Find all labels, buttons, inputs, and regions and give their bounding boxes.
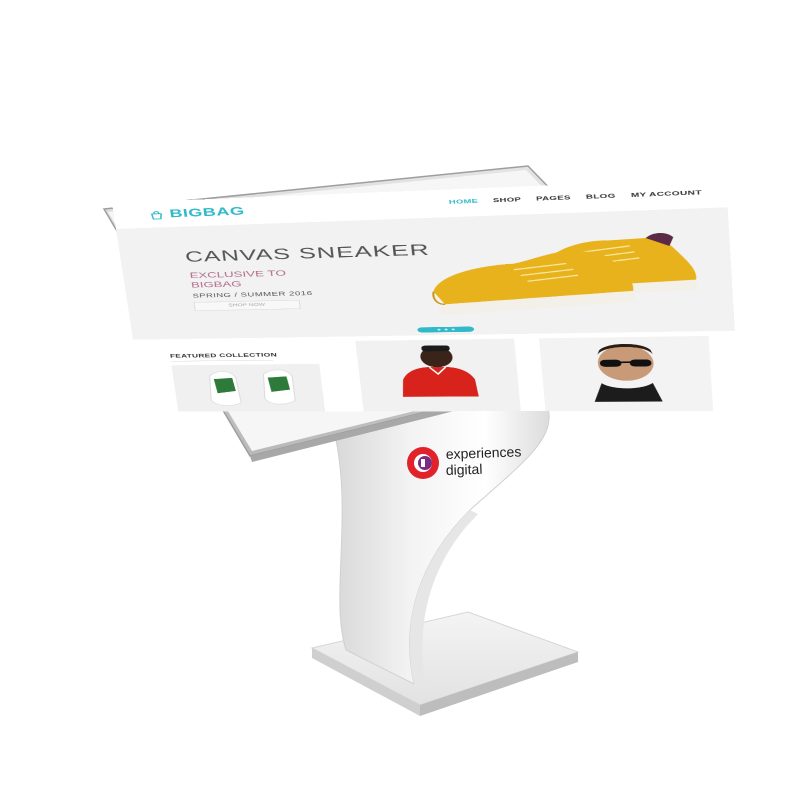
hero-subtitle: EXCLUSIVE TO BIGBAG: [189, 267, 335, 290]
product-card-green-sneakers[interactable]: [171, 363, 326, 412]
main-nav: HOME SHOP PAGES BLOG MY ACCOUNT: [449, 189, 702, 205]
slider-dot[interactable]: [436, 328, 441, 331]
featured-title: FEATURED COLLECTION: [169, 352, 278, 359]
featured-section: FEATURED COLLECTION: [133, 330, 740, 412]
green-sneakers-image: [171, 364, 325, 412]
nav-my-account[interactable]: MY ACCOUNT: [631, 189, 702, 198]
sneaker-image: [406, 232, 700, 315]
bag-icon: [148, 210, 164, 220]
featured-underline: [170, 359, 273, 362]
slider-dot[interactable]: [451, 328, 455, 331]
product-card-sunglasses[interactable]: [538, 335, 714, 412]
nav-shop[interactable]: SHOP: [493, 196, 522, 203]
brand-name-line2: digital: [446, 461, 483, 478]
slider-dot[interactable]: [444, 328, 448, 331]
nav-blog[interactable]: BLOG: [586, 193, 616, 200]
nav-pages[interactable]: PAGES: [536, 194, 571, 201]
site-logo[interactable]: BIGBAG: [148, 205, 245, 221]
red-jacket-model-image: [355, 338, 522, 412]
slider-dots[interactable]: [417, 326, 475, 333]
sneaker-front: [429, 249, 637, 315]
brand-name-line1: experiences: [446, 443, 522, 462]
hero-title: CANVAS SNEAKER: [183, 240, 431, 266]
kiosk-screen[interactable]: BIGBAG HOME SHOP PAGES BLOG MY ACCOUNT C…: [112, 178, 740, 412]
nav-home[interactable]: HOME: [449, 198, 479, 205]
sunglasses-model-image: [538, 335, 714, 412]
experiences-digital-logo: [407, 447, 439, 479]
hero-season: SPRING / SUMMER 2016: [192, 290, 313, 300]
product-card-red-jacket[interactable]: [355, 338, 522, 412]
hero-banner: CANVAS SNEAKER EXCLUSIVE TO BIGBAG SPRIN…: [116, 207, 735, 340]
logo-text: BIGBAG: [168, 205, 246, 221]
shop-now-button[interactable]: SHOP NOW: [193, 299, 301, 312]
